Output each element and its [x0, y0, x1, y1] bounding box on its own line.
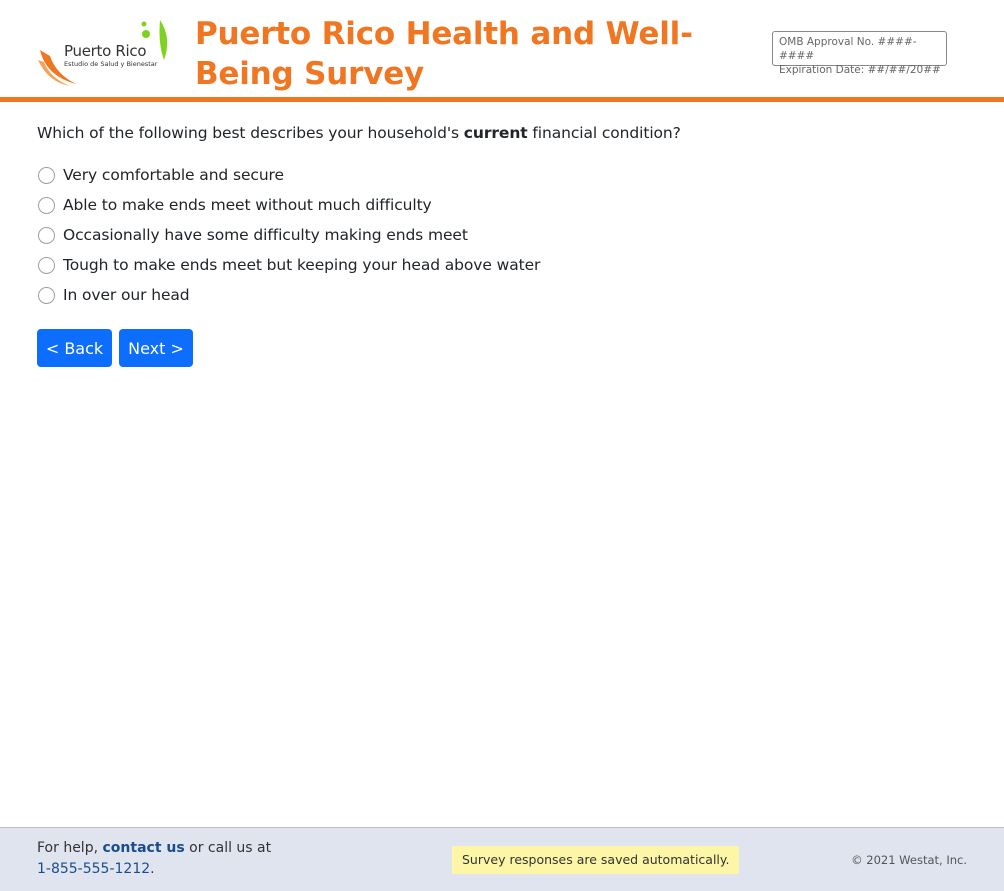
footer: For help, contact us or call us at 1-855…	[0, 827, 1004, 891]
logo-subtitle: Estudio de Salud y Bienestar	[64, 60, 158, 68]
radio-button[interactable]	[38, 166, 55, 184]
question-emphasis: current	[463, 124, 528, 142]
logo-title: Puerto Rico	[64, 42, 147, 60]
help-text: For help, contact us or call us at 1-855…	[37, 838, 271, 880]
radio-button[interactable]	[38, 226, 55, 244]
question-prefix: Which of the following best describes yo…	[37, 124, 464, 142]
option-label: Very comfortable and secure	[63, 166, 284, 184]
option-occasionally-difficulty[interactable]: Occasionally have some difficulty making…	[38, 220, 540, 250]
radio-button[interactable]	[38, 256, 55, 274]
question-suffix: financial condition?	[527, 124, 681, 142]
header: Puerto Rico Estudio de Salud y Bienestar…	[0, 0, 1004, 102]
option-label: Able to make ends meet without much diff…	[63, 196, 432, 214]
option-tough-to-make-ends-meet[interactable]: Tough to make ends meet but keeping your…	[38, 250, 540, 280]
copyright: © 2021 Westat, Inc.	[851, 853, 967, 867]
option-able-to-make-ends-meet[interactable]: Able to make ends meet without much diff…	[38, 190, 540, 220]
autosave-notice: Survey responses are saved automatically…	[452, 846, 740, 874]
answer-options: Very comfortable and secure Able to make…	[38, 160, 540, 310]
radio-button[interactable]	[38, 196, 55, 214]
radio-button[interactable]	[38, 286, 55, 304]
question-text: Which of the following best describes yo…	[37, 124, 681, 142]
phone-suffix: .	[150, 861, 155, 877]
page-title: Puerto Rico Health and Well-Being Survey	[195, 16, 693, 92]
option-very-comfortable[interactable]: Very comfortable and secure	[38, 160, 540, 190]
option-label: In over our head	[63, 286, 190, 304]
option-label: Tough to make ends meet but keeping your…	[63, 256, 541, 274]
puerto-rico-logo: Puerto Rico Estudio de Salud y Bienestar	[36, 18, 172, 88]
back-button[interactable]: < Back	[37, 329, 112, 367]
omb-box: OMB Approval No. ####-#### Expiration Da…	[772, 31, 947, 76]
omb-expiration-date: Expiration Date: ##/##/20##	[779, 64, 941, 76]
contact-us-link[interactable]: contact us	[103, 840, 185, 856]
help-prefix: For help,	[37, 840, 103, 856]
option-label: Occasionally have some difficulty making…	[63, 226, 468, 244]
phone-link[interactable]: 1-855-555-1212	[37, 861, 150, 877]
omb-approval-number: OMB Approval No. ####-####	[779, 36, 917, 62]
option-in-over-our-head[interactable]: In over our head	[38, 280, 540, 310]
help-middle: or call us at	[184, 840, 272, 856]
next-button[interactable]: Next >	[119, 329, 193, 367]
